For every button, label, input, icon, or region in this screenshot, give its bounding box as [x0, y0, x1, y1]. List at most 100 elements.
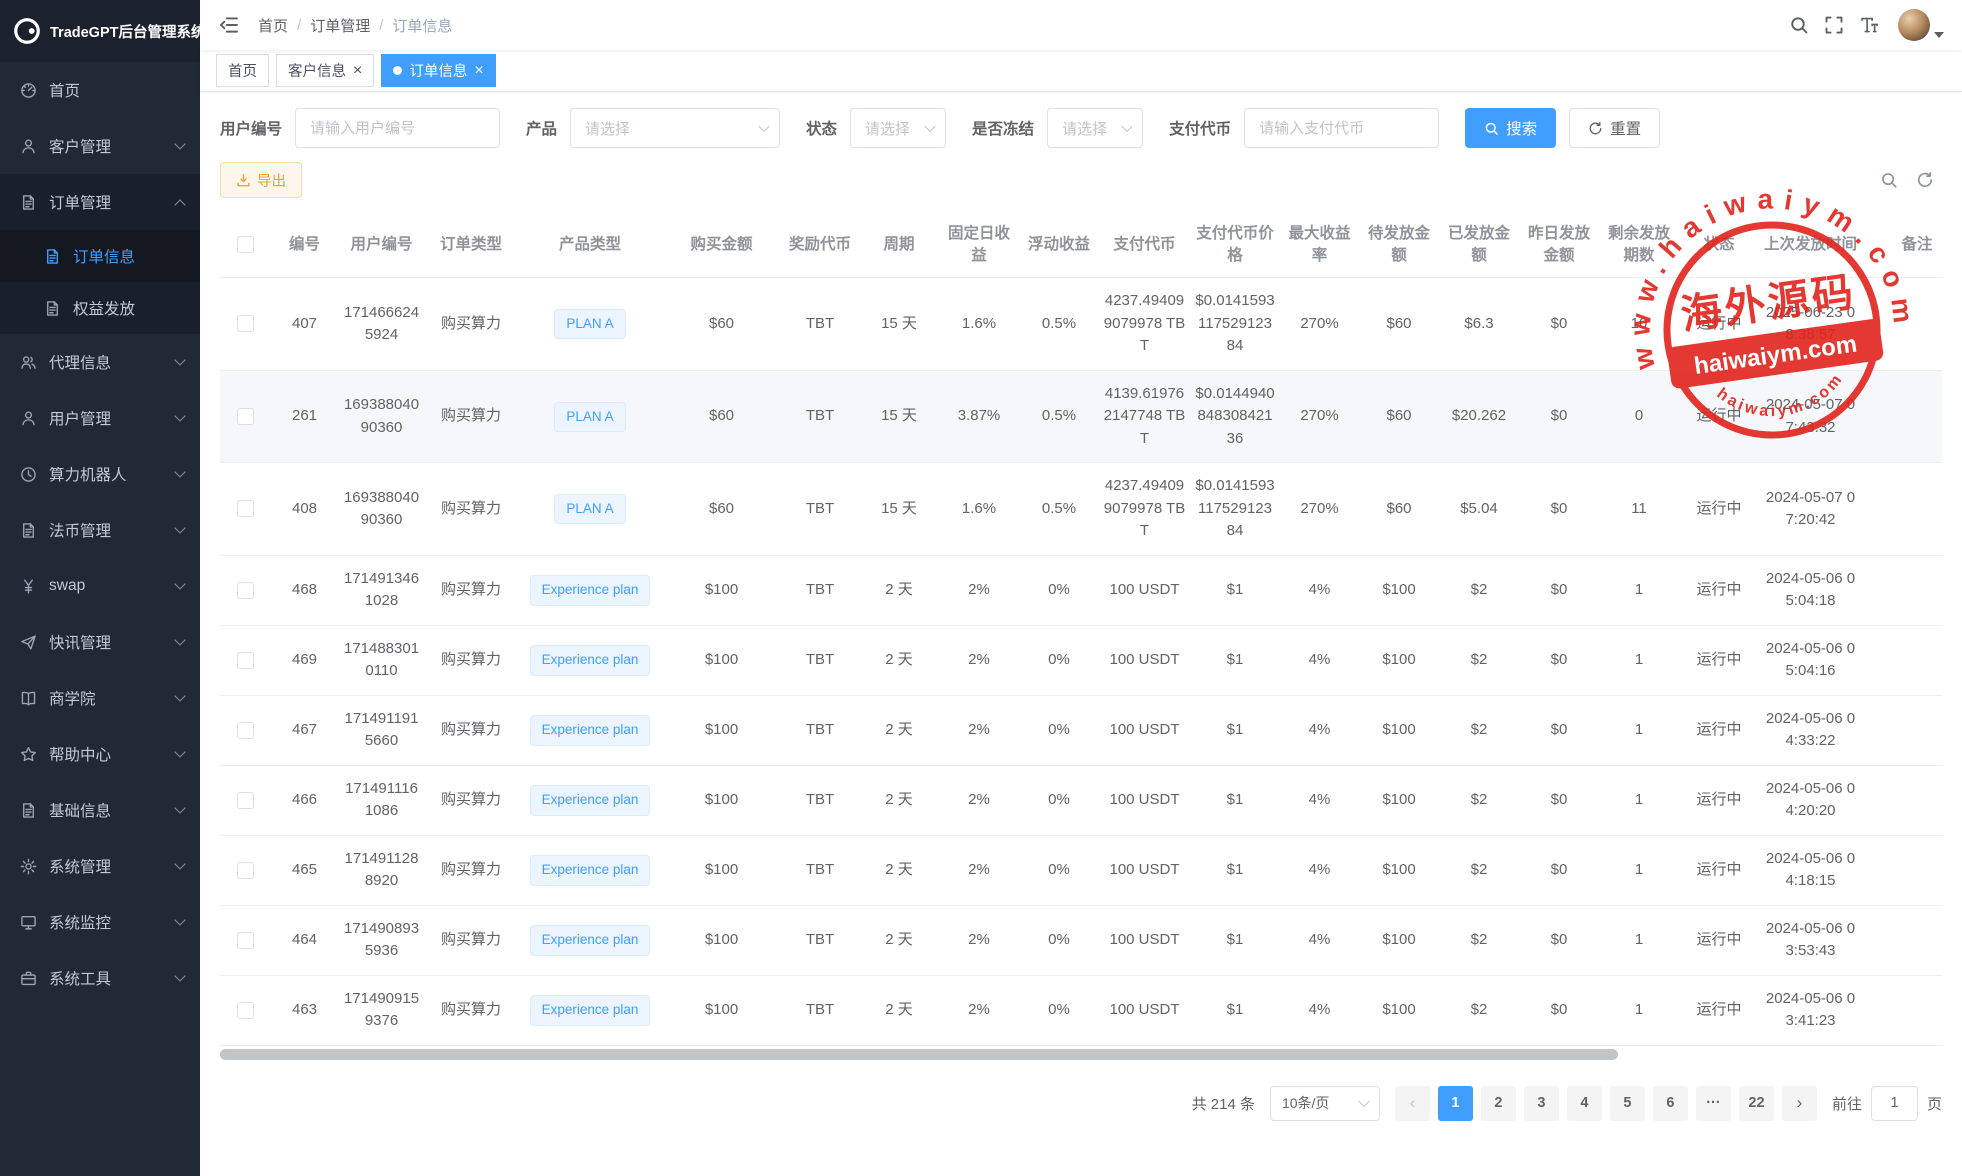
export-button[interactable]: 导出	[220, 162, 302, 198]
sidebar-item-fiat-mgmt[interactable]: 法币管理	[0, 502, 200, 558]
avatar[interactable]	[1898, 9, 1930, 41]
menu-item-label: 基础信息	[49, 799, 111, 821]
cell-reward-token: TBT	[781, 278, 859, 371]
cell-max-yield: 270%	[1280, 278, 1359, 371]
breadcrumb-item-home[interactable]: 首页	[258, 15, 288, 36]
next-page-button[interactable]: ›	[1782, 1086, 1817, 1121]
page-button-2[interactable]: 2	[1481, 1086, 1516, 1121]
cell-remark	[1862, 695, 1942, 765]
product-select[interactable]: 请选择	[570, 108, 780, 148]
close-icon[interactable]: ×	[474, 63, 483, 79]
cell-floating-yield: 0.5%	[1019, 463, 1099, 556]
prev-page-button[interactable]: ‹	[1395, 1086, 1430, 1121]
more-pages-button[interactable]: ···	[1696, 1086, 1731, 1121]
row-checkbox[interactable]	[237, 1002, 254, 1019]
download-icon	[236, 173, 251, 188]
row-checkbox[interactable]	[237, 792, 254, 809]
page-button-3[interactable]: 3	[1524, 1086, 1559, 1121]
cell-fixed-daily-yield: 2%	[939, 625, 1019, 695]
filter-pay-token: 支付代币	[1169, 108, 1439, 148]
sidebar-item-home[interactable]: 首页	[0, 62, 200, 118]
row-select-cell	[220, 975, 270, 1045]
row-checkbox[interactable]	[237, 315, 254, 332]
page-button-1[interactable]: 1	[1438, 1086, 1473, 1121]
row-checkbox[interactable]	[237, 932, 254, 949]
cell-fixed-daily-yield: 2%	[939, 555, 1019, 625]
tag-customer-info[interactable]: 客户信息×	[276, 54, 374, 87]
page-button-22[interactable]: 22	[1739, 1086, 1774, 1121]
cell-product-type: PLAN A	[518, 278, 662, 371]
cell-order-id: 464	[270, 905, 339, 975]
cell-yesterday-issued: $0	[1519, 555, 1599, 625]
sidebar-item-basic-info[interactable]: 基础信息	[0, 782, 200, 838]
user-menu[interactable]	[1898, 9, 1944, 41]
page-button-4[interactable]: 4	[1567, 1086, 1602, 1121]
sidebar-item-system-mgmt[interactable]: 系统管理	[0, 838, 200, 894]
sidebar-item-news-mgmt[interactable]: 快讯管理	[0, 614, 200, 670]
refresh-icon[interactable]	[1916, 171, 1934, 189]
column-header-period: 周期	[859, 212, 939, 278]
row-checkbox[interactable]	[237, 722, 254, 739]
cell-yesterday-issued: $0	[1519, 835, 1599, 905]
search-icon[interactable]	[1789, 15, 1809, 35]
column-header-pay-token: 支付代币	[1099, 212, 1190, 278]
sidebar-subitem-rights-issue[interactable]: 权益发放	[0, 282, 200, 334]
tag-home[interactable]: 首页	[216, 54, 269, 87]
table-row: 4671714911915660购买算力Experience plan$100T…	[220, 695, 1942, 765]
horizontal-scrollbar	[220, 1049, 1942, 1060]
status-select[interactable]: 请选择	[850, 108, 946, 148]
menu-item-label: 商学院	[49, 687, 96, 709]
column-header-order-id: 编号	[270, 212, 339, 278]
row-select-cell	[220, 765, 270, 835]
sidebar-item-hashrate-robot[interactable]: 算力机器人	[0, 446, 200, 502]
hamburger-icon[interactable]	[218, 14, 240, 36]
scrollbar-thumb[interactable]	[220, 1049, 1618, 1060]
cell-order-id: 468	[270, 555, 339, 625]
cell-fixed-daily-yield: 1.6%	[939, 278, 1019, 371]
app-root: TradeGPT后台管理系统 首页客户管理订单管理订单信息权益发放代理信息用户管…	[0, 0, 1962, 1176]
row-checkbox[interactable]	[237, 500, 254, 517]
tag-order-info[interactable]: 订单信息×	[381, 54, 495, 87]
sidebar-item-system-tools[interactable]: 系统工具	[0, 950, 200, 1006]
fullscreen-icon[interactable]	[1824, 15, 1844, 35]
font-size-icon[interactable]	[1859, 15, 1879, 35]
select-all-checkbox[interactable]	[237, 236, 254, 253]
cell-remaining-periods: 1	[1599, 975, 1679, 1045]
zoom-icon[interactable]	[1880, 171, 1898, 189]
product-type-badge: Experience plan	[530, 575, 651, 605]
sidebar-item-agent-info[interactable]: 代理信息	[0, 334, 200, 390]
row-checkbox[interactable]	[237, 408, 254, 425]
cell-remaining-periods: 10	[1599, 278, 1679, 371]
column-header-pay-token-price: 支付代币价格	[1190, 212, 1280, 278]
cell-pending-amount: $100	[1359, 555, 1439, 625]
search-button[interactable]: 搜索	[1465, 108, 1556, 148]
cell-user-id: 1714908935936	[339, 905, 424, 975]
sidebar-item-customer-mgmt[interactable]: 客户管理	[0, 118, 200, 174]
cell-remaining-periods: 1	[1599, 905, 1679, 975]
row-checkbox[interactable]	[237, 862, 254, 879]
sidebar-subitem-order-info[interactable]: 订单信息	[0, 230, 200, 282]
sidebar-item-business-school[interactable]: 商学院	[0, 670, 200, 726]
user-id-input[interactable]	[295, 108, 500, 148]
send-icon	[20, 634, 37, 651]
sidebar-item-user-mgmt[interactable]: 用户管理	[0, 390, 200, 446]
cell-user-id: 1714913461028	[339, 555, 424, 625]
row-checkbox[interactable]	[237, 652, 254, 669]
row-checkbox[interactable]	[237, 582, 254, 599]
sidebar-item-system-monitor[interactable]: 系统监控	[0, 894, 200, 950]
pay-token-input[interactable]	[1244, 108, 1439, 148]
cell-yesterday-issued: $0	[1519, 765, 1599, 835]
page-size-select[interactable]: 10条/页	[1270, 1086, 1380, 1121]
breadcrumb-item-orders[interactable]: 订单管理	[310, 15, 370, 36]
goto-input[interactable]	[1871, 1086, 1918, 1121]
sidebar-item-swap[interactable]: swap	[0, 558, 200, 614]
reset-button[interactable]: 重置	[1569, 108, 1660, 148]
page-button-6[interactable]: 6	[1653, 1086, 1688, 1121]
close-icon[interactable]: ×	[353, 63, 362, 79]
sidebar-item-help-center[interactable]: 帮助中心	[0, 726, 200, 782]
page-button-5[interactable]: 5	[1610, 1086, 1645, 1121]
cell-status: 运行中	[1679, 555, 1759, 625]
frozen-select[interactable]: 请选择	[1047, 108, 1143, 148]
sidebar-item-order-mgmt[interactable]: 订单管理	[0, 174, 200, 230]
cell-pay-token-price: $1	[1190, 835, 1280, 905]
